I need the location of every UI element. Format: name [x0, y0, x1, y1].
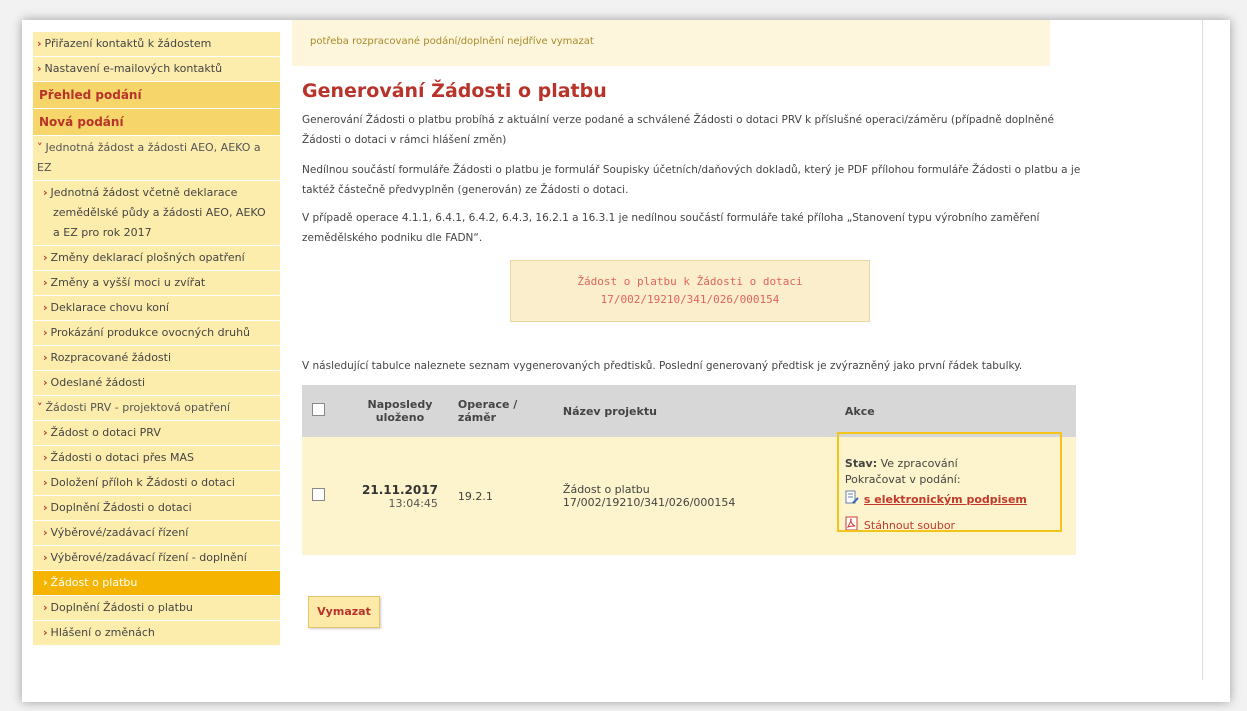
sidebar-item-label: Doložení příloh k Žádosti o dotaci	[50, 476, 235, 489]
header-project: Název projektu	[552, 385, 835, 437]
chevron-right-icon: ›	[43, 501, 48, 514]
table-intro-text: V následující tabulce naleznete seznam v…	[302, 360, 1023, 372]
page-title: Generování Žádosti o platbu	[302, 80, 607, 102]
sidebar-item-label: Rozpracované žádosti	[50, 351, 172, 364]
chevron-right-icon: ›	[43, 551, 48, 564]
delete-button[interactable]: Vymazat	[308, 596, 380, 628]
sidebar-item[interactable]: › Doložení příloh k Žádosti o dotaci	[33, 471, 280, 496]
sidebar-item-label: Deklarace chovu koní	[50, 301, 169, 314]
sidebar-item-label: Změny deklarací plošných opatření	[50, 251, 245, 264]
row-date: 21.11.2017	[362, 482, 438, 497]
sidebar-item[interactable]: ˅ Žádosti PRV - projektová opatření	[33, 396, 280, 421]
sidebar-item-label: Přiřazení kontaktů k žádostem	[44, 37, 212, 50]
chevron-right-icon: ›	[43, 251, 48, 264]
sidebar-item[interactable]: › Hlášení o změnách	[33, 621, 280, 646]
row-time: 13:04:45	[388, 496, 438, 510]
sidebar-item-label: Hlášení o změnách	[50, 626, 155, 639]
sidebar-item[interactable]: › Rozpracované žádosti	[33, 346, 280, 371]
sidebar-item-label: Prokázání produkce ovocných druhů	[50, 326, 251, 339]
chevron-right-icon: ›	[43, 376, 48, 389]
chevron-right-icon: ›	[43, 626, 48, 639]
sidebar-item-label: Jednotná žádost a žádosti AEO, AEKO a EZ	[37, 141, 261, 174]
sidebar-item[interactable]: › Prokázání produkce ovocných druhů	[33, 321, 280, 346]
generate-button-line1: Žádost o platbu k Žádosti o dotaci	[577, 275, 803, 288]
main-content: potřeba rozpracované podání/doplnění nej…	[290, 20, 1210, 702]
sidebar-item[interactable]: › Doplnění Žádosti o dotaci	[33, 496, 280, 521]
sidebar-nav: › Přiřazení kontaktů k žádostem › Nastavení…	[33, 32, 280, 702]
sidebar-item[interactable]: Přehled podání	[33, 82, 280, 109]
sidebar-item[interactable]: › Nastavení e-mailových kontaktů	[33, 57, 280, 82]
chevron-right-icon: ›	[43, 576, 48, 589]
printouts-table: Naposledy uloženo Operace / záměr Název …	[302, 385, 1076, 555]
chevron-right-icon: ›	[43, 601, 48, 614]
sidebar-item[interactable]: › Žádost o dotaci PRV	[33, 421, 280, 446]
row-actions-cell: Stav: Ve zpracování Pokračovat v podání:	[834, 432, 1076, 555]
sidebar-item-label: Jednotná žádost včetně deklarace zeměděl…	[50, 186, 266, 239]
sidebar-item-label: Doplnění Žádosti o platbu	[50, 601, 193, 614]
sidebar-item-label: Odeslané žádosti	[50, 376, 146, 389]
chevron-right-icon: ›	[43, 476, 48, 489]
sidebar-item-label: Výběrové/zadávací řízení	[50, 526, 189, 539]
sidebar-item-label: Výběrové/zadávací řízení - doplnění	[50, 551, 247, 564]
select-all-checkbox[interactable]	[312, 403, 325, 416]
chevron-right-icon: ›	[43, 451, 48, 464]
sidebar-item[interactable]: › Žádost o platbu	[33, 571, 280, 596]
sidebar-item-label: Žádost o dotaci PRV	[50, 426, 161, 439]
row-checkbox[interactable]	[312, 488, 325, 501]
sidebar-item[interactable]: › Výběrové/zadávací řízení - doplnění	[33, 546, 280, 571]
table-row: 21.11.2017 13:04:45 19.2.1 Žádost o plat…	[302, 432, 1076, 555]
chevron-right-icon: ›	[43, 326, 48, 339]
chevron-right-icon: ›	[37, 37, 42, 50]
chevron-right-icon: ›	[43, 301, 48, 314]
sidebar-item-label: Žádost o platbu	[50, 576, 138, 589]
page-divider	[1202, 20, 1203, 680]
paragraph-fadn-info: V případě operace 4.1.1, 6.4.1, 6.4.2, 6…	[302, 212, 1040, 244]
row-project-name: Žádost o platbu 17/002/19210/341/026/000…	[552, 437, 835, 555]
header-saved: Naposledy uloženo	[352, 385, 448, 437]
chevron-down-icon: ˅	[37, 141, 43, 154]
actions-block: Stav: Ve zpracování Pokračovat v podání:	[836, 432, 1066, 536]
sidebar-item-label: Přehled podání	[39, 88, 142, 102]
notice-box: potřeba rozpracované podání/doplnění nej…	[292, 20, 1050, 66]
generate-payment-request-button[interactable]: Žádost o platbu k Žádosti o dotaci 17/00…	[510, 260, 870, 322]
paragraph-attachment-info: Nedílnou součástí formuláře Žádosti o pl…	[302, 164, 1081, 196]
row-operation: 19.2.1	[447, 437, 553, 555]
sidebar-item[interactable]: › Změny a vyšší moci u zvířat	[33, 271, 280, 296]
sidebar-item[interactable]: › Žádosti o dotaci přes MAS	[33, 446, 280, 471]
generate-button-line2: 17/002/19210/341/026/000154	[600, 293, 780, 306]
row-select-cell[interactable]	[302, 437, 352, 555]
sidebar-item-label: Změny a vyšší moci u zvířat	[50, 276, 206, 289]
sidebar-item[interactable]: › Deklarace chovu koní	[33, 296, 280, 321]
sidebar-item[interactable]: › Změny deklarací plošných opatření	[33, 246, 280, 271]
sidebar-item[interactable]: ˅ Jednotná žádost a žádosti AEO, AEKO a E…	[33, 136, 280, 181]
sidebar-item[interactable]: › Odeslané žádosti	[33, 371, 280, 396]
chevron-right-icon: ›	[37, 62, 42, 75]
sidebar-item[interactable]: › Výběrové/zadávací řízení	[33, 521, 280, 546]
sidebar-item-label: Nastavení e-mailových kontaktů	[44, 62, 223, 75]
chevron-right-icon: ›	[43, 186, 48, 199]
chevron-right-icon: ›	[43, 351, 48, 364]
notice-text: potřeba rozpracované podání/doplnění nej…	[310, 36, 594, 47]
sidebar-item-label: Nová podání	[39, 115, 124, 129]
paragraph-generation-info: Generování Žádosti o platbu probíhá z ak…	[302, 114, 1054, 146]
header-select-all[interactable]	[302, 385, 352, 437]
row-saved-cell: 21.11.2017 13:04:45	[352, 437, 448, 555]
sidebar-item[interactable]: › Jednotná žádost včetně deklarace zemědě…	[33, 181, 280, 246]
header-actions: Akce	[834, 385, 1076, 437]
sidebar-item[interactable]: › Doplnění Žádosti o platbu	[33, 596, 280, 621]
table-header-row: Naposledy uloženo Operace / záměr Název …	[302, 385, 1076, 437]
sidebar-item[interactable]: › Přiřazení kontaktů k žádostem	[33, 32, 280, 57]
chevron-down-icon: ˅	[37, 401, 43, 414]
chevron-right-icon: ›	[43, 276, 48, 289]
highlight-box	[836, 432, 1062, 532]
chevron-right-icon: ›	[43, 526, 48, 539]
chevron-right-icon: ›	[43, 426, 48, 439]
sidebar-item-label: Doplnění Žádosti o dotaci	[50, 501, 192, 514]
sidebar-item-label: Žádosti o dotaci přes MAS	[50, 451, 194, 464]
header-operation: Operace / záměr	[447, 385, 553, 437]
sidebar-item[interactable]: Nová podání	[33, 109, 280, 136]
browser-page: › Přiřazení kontaktů k žádostem › Nastavení…	[22, 20, 1230, 702]
sidebar-item-label: Žádosti PRV - projektová opatření	[45, 401, 231, 414]
